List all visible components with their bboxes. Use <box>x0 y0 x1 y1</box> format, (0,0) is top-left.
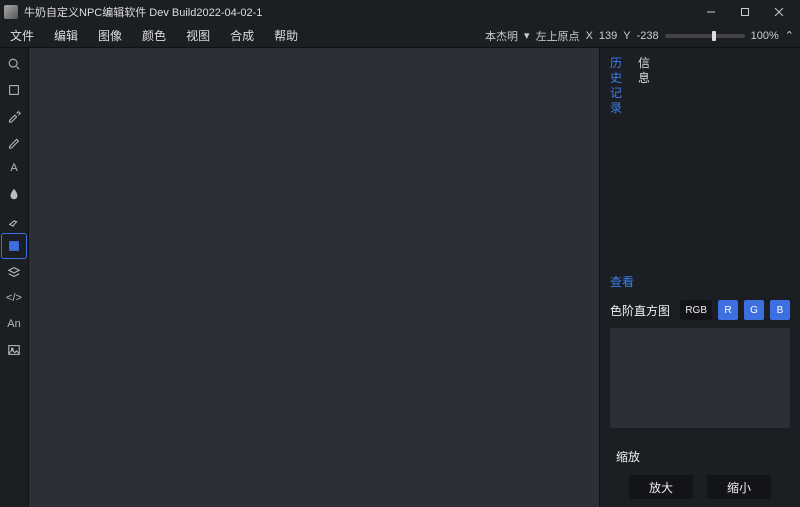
user-label: 本杰明 <box>485 28 518 44</box>
titlebar: 牛奶自定义NPC编辑软件 Dev Build2022-04-02-1 <box>0 0 800 24</box>
x-value: 139 <box>599 30 617 42</box>
app-icon <box>4 5 18 19</box>
menu-4[interactable]: 视图 <box>176 24 220 48</box>
close-button[interactable] <box>762 0 796 24</box>
zoom-value: 100% <box>751 30 779 42</box>
expand-icon[interactable]: ⌃ <box>785 29 794 42</box>
view-section-title[interactable]: 查看 <box>610 273 790 290</box>
menu-1[interactable]: 编辑 <box>44 24 88 48</box>
chip-r[interactable]: R <box>718 300 738 320</box>
text-icon[interactable]: A <box>2 156 26 180</box>
anim-icon[interactable]: An <box>2 312 26 336</box>
image-icon[interactable] <box>2 338 26 362</box>
caret-down-icon[interactable]: ▾ <box>524 29 530 42</box>
zoom-in-button[interactable]: 放大 <box>629 475 693 499</box>
layers-icon[interactable] <box>2 260 26 284</box>
pencil-icon[interactable] <box>2 130 26 154</box>
chip-rgb[interactable]: RGB <box>680 300 712 320</box>
chip-b[interactable]: B <box>770 300 790 320</box>
search-icon[interactable] <box>2 52 26 76</box>
y-value: -238 <box>637 30 659 42</box>
drop-icon[interactable] <box>2 182 26 206</box>
vtab-1[interactable]: 信息 <box>638 56 652 86</box>
eyedropper-icon[interactable] <box>2 104 26 128</box>
menu-3[interactable]: 颜色 <box>132 24 176 48</box>
origin-label: 左上原点 <box>536 28 580 44</box>
y-label: Y <box>623 30 630 42</box>
toolbar: A </>An <box>0 48 28 507</box>
code-icon[interactable]: </> <box>2 286 26 310</box>
menu-5[interactable]: 合成 <box>220 24 264 48</box>
menu-0[interactable]: 文件 <box>0 24 44 48</box>
histogram-label: 色阶直方图 <box>610 302 674 319</box>
brush-icon[interactable] <box>2 208 26 232</box>
zoom-out-button[interactable]: 缩小 <box>707 475 771 499</box>
zoom-slider[interactable] <box>665 34 745 38</box>
minimize-button[interactable] <box>694 0 728 24</box>
maximize-button[interactable] <box>728 0 762 24</box>
zoom-section-label: 缩放 <box>616 448 790 465</box>
menu-6[interactable]: 帮助 <box>264 24 308 48</box>
canvas[interactable] <box>28 48 600 507</box>
window-title: 牛奶自定义NPC编辑软件 Dev Build2022-04-02-1 <box>24 4 694 20</box>
coord-area: 本杰明 ▾ 左上原点 X 139 Y -238 100% ⌃ <box>485 28 800 44</box>
histogram-box <box>610 328 790 428</box>
menubar: 文件编辑图像颜色视图合成帮助 本杰明 ▾ 左上原点 X 139 Y -238 1… <box>0 24 800 48</box>
window-controls <box>694 0 796 24</box>
vtab-0[interactable]: 历史记录 <box>610 56 624 116</box>
chip-g[interactable]: G <box>744 300 764 320</box>
x-label: X <box>586 30 593 42</box>
rect-select-icon[interactable] <box>2 78 26 102</box>
menu-2[interactable]: 图像 <box>88 24 132 48</box>
right-panel: 历史记录信息 查看 色阶直方图 RGB R G B 缩放 放大 缩小 <box>600 48 800 507</box>
shape-icon[interactable] <box>2 234 26 258</box>
